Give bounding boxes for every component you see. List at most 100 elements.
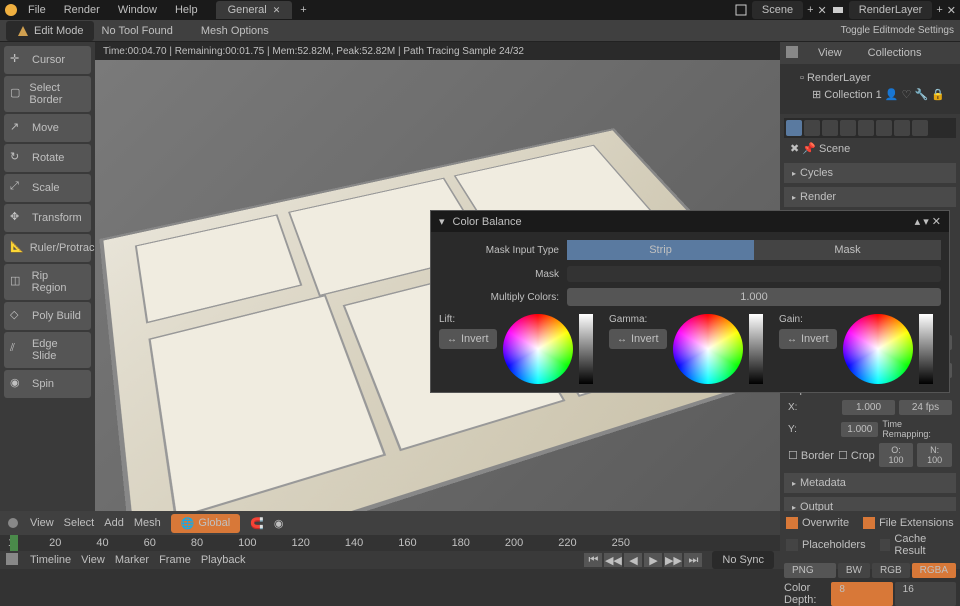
gamma-value-slider[interactable] bbox=[749, 314, 763, 384]
gain-color-wheel[interactable] bbox=[843, 314, 913, 384]
tool-move[interactable]: ↗Move bbox=[4, 114, 91, 142]
viewport-stats: Time:00:04.70 | Remaining:00:01.75 | Mem… bbox=[95, 42, 780, 60]
prop-tab-output[interactable] bbox=[804, 120, 820, 136]
panel-collapse-arrow[interactable]: ▴ ▾ ✕ bbox=[915, 215, 941, 228]
timeline-ruler[interactable]: 120406080100120140160180200220250 bbox=[0, 535, 780, 551]
mesh-options[interactable]: Mesh Options bbox=[201, 25, 269, 37]
editor-type-icon[interactable] bbox=[786, 46, 800, 60]
tool-rotate[interactable]: ↻Rotate bbox=[4, 144, 91, 172]
tool-rip-region[interactable]: ◫Rip Region bbox=[4, 264, 91, 300]
menu-window[interactable]: Window bbox=[110, 1, 165, 19]
edit-mode-icon bbox=[16, 24, 30, 38]
gamma-invert-button[interactable]: ↔ Invert bbox=[609, 329, 667, 349]
snap-icon[interactable]: 🧲 bbox=[250, 517, 264, 530]
close-icon[interactable]: ✕ bbox=[273, 5, 281, 16]
remove-layer-icon[interactable]: ✕ bbox=[947, 4, 956, 17]
tl-view[interactable]: View bbox=[81, 554, 105, 566]
depth-8[interactable]: 8 bbox=[831, 582, 892, 606]
color-bw[interactable]: BW bbox=[838, 563, 870, 578]
editor-icon[interactable] bbox=[6, 516, 20, 530]
vp-menu-view[interactable]: View bbox=[30, 517, 54, 529]
vp-menu-add[interactable]: Add bbox=[104, 517, 124, 529]
timeline-editor-icon[interactable] bbox=[6, 553, 20, 567]
aspect-y-input[interactable]: 1.000 bbox=[841, 422, 878, 437]
prop-tab-modifier[interactable] bbox=[876, 120, 892, 136]
jump-start-button[interactable]: ⏮ bbox=[584, 553, 602, 567]
format-selector[interactable]: PNG bbox=[784, 563, 836, 578]
prev-key-button[interactable]: ◀◀ bbox=[604, 553, 622, 567]
placeholders-checkbox[interactable]: Placeholders bbox=[784, 531, 868, 559]
toggle-editmode-link[interactable]: Toggle Editmode Settings bbox=[841, 25, 954, 36]
orientation-selector[interactable]: 🌐 Global bbox=[171, 514, 241, 533]
fps-value[interactable]: 24 fps bbox=[899, 400, 952, 415]
ruler-icon: 📐 bbox=[10, 240, 24, 256]
next-key-button[interactable]: ▶▶ bbox=[664, 553, 682, 567]
cache-checkbox[interactable]: Cache Result bbox=[878, 531, 956, 559]
color-rgb[interactable]: RGB bbox=[872, 563, 910, 578]
tool-edge-slide[interactable]: ⫽Edge Slide bbox=[4, 332, 91, 368]
outliner-item[interactable]: ⊞ Collection 1 👤 ♡ 🔧 🔒 bbox=[786, 86, 954, 103]
gain-value-slider[interactable] bbox=[919, 314, 933, 384]
add-scene-icon[interactable]: + bbox=[807, 4, 813, 16]
overwrite-checkbox[interactable]: Overwrite bbox=[784, 515, 851, 531]
vp-menu-select[interactable]: Select bbox=[64, 517, 95, 529]
menu-render[interactable]: Render bbox=[56, 1, 108, 19]
section-metadata[interactable]: Metadata bbox=[784, 473, 956, 493]
scene-selector[interactable]: Scene bbox=[752, 1, 803, 19]
lift-value-slider[interactable] bbox=[579, 314, 593, 384]
vp-menu-mesh[interactable]: Mesh bbox=[134, 517, 161, 529]
remap-new[interactable]: N: 100 bbox=[917, 443, 952, 467]
renderlayer-selector[interactable]: RenderLayer bbox=[849, 1, 933, 19]
tool-cursor[interactable]: ✛Cursor bbox=[4, 46, 91, 74]
tool-scale[interactable]: ⤢Scale bbox=[4, 174, 91, 202]
tool-ruler[interactable]: 📐Ruler/Protrac... bbox=[4, 234, 91, 262]
outliner-tab-collections[interactable]: Collections bbox=[860, 45, 930, 61]
play-reverse-button[interactable]: ◀ bbox=[624, 553, 642, 567]
section-cycles[interactable]: Cycles bbox=[784, 163, 956, 183]
aspect-x-input[interactable]: 1.000 bbox=[842, 400, 895, 415]
depth-16[interactable]: 16 bbox=[895, 582, 956, 606]
tl-marker[interactable]: Marker bbox=[115, 554, 149, 566]
tool-poly-build[interactable]: ◇Poly Build bbox=[4, 302, 91, 330]
mask-input[interactable] bbox=[567, 266, 941, 282]
fileext-checkbox[interactable]: File Extensions bbox=[861, 515, 956, 531]
remove-scene-icon[interactable]: ✕ bbox=[818, 4, 827, 17]
outliner[interactable]: ▫ RenderLayer ⊞ Collection 1 👤 ♡ 🔧 🔒 bbox=[780, 64, 960, 114]
color-rgba[interactable]: RGBA bbox=[912, 563, 956, 578]
menu-help[interactable]: Help bbox=[167, 1, 206, 19]
gain-invert-button[interactable]: ↔ Invert bbox=[779, 329, 837, 349]
add-workspace-icon[interactable]: + bbox=[300, 4, 306, 16]
tl-frame[interactable]: Frame bbox=[159, 554, 191, 566]
transform-icon: ✥ bbox=[10, 210, 26, 226]
prop-tab-particle[interactable] bbox=[894, 120, 910, 136]
tool-spin[interactable]: ◉Spin bbox=[4, 370, 91, 398]
jump-end-button[interactable]: ⏭ bbox=[684, 553, 702, 567]
lift-invert-button[interactable]: ↔ Invert bbox=[439, 329, 497, 349]
mode-selector[interactable]: Edit Mode bbox=[6, 21, 94, 41]
tool-transform[interactable]: ✥Transform bbox=[4, 204, 91, 232]
multiply-colors-slider[interactable]: 1.000 bbox=[567, 288, 941, 306]
prop-tab-object[interactable] bbox=[858, 120, 874, 136]
add-layer-icon[interactable]: + bbox=[936, 4, 942, 16]
prop-tab-world[interactable] bbox=[840, 120, 856, 136]
mask-type-strip[interactable]: Strip bbox=[567, 240, 754, 260]
workspace-tab-general[interactable]: General✕ bbox=[216, 1, 293, 19]
tool-select-border[interactable]: ▢Select Border bbox=[4, 76, 91, 112]
prop-tab-render[interactable] bbox=[786, 120, 802, 136]
playhead[interactable] bbox=[10, 535, 18, 551]
section-render[interactable]: Render bbox=[784, 187, 956, 207]
panel-collapse-icon[interactable]: ▾ bbox=[439, 215, 445, 228]
lift-color-wheel[interactable] bbox=[503, 314, 573, 384]
outliner-tab-view[interactable]: View bbox=[810, 45, 850, 61]
menu-file[interactable]: File bbox=[20, 1, 54, 19]
gamma-color-wheel[interactable] bbox=[673, 314, 743, 384]
proportional-icon[interactable]: ◉ bbox=[274, 517, 284, 530]
play-button[interactable]: ▶ bbox=[644, 553, 662, 567]
outliner-item[interactable]: ▫ RenderLayer bbox=[786, 70, 954, 86]
tl-playback[interactable]: Playback bbox=[201, 554, 246, 566]
prop-tab-physics[interactable] bbox=[912, 120, 928, 136]
prop-tab-scene[interactable] bbox=[822, 120, 838, 136]
mask-type-mask[interactable]: Mask bbox=[754, 240, 941, 260]
sync-mode[interactable]: No Sync bbox=[712, 551, 774, 569]
remap-old[interactable]: O: 100 bbox=[879, 443, 914, 467]
